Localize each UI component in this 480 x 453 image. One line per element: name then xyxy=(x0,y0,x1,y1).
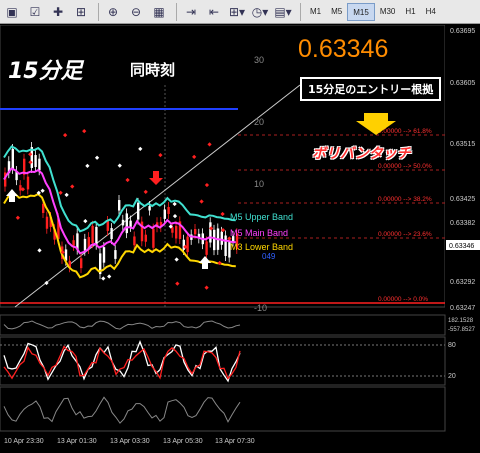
fib-label: 0.00000 --> 38.2% xyxy=(378,196,432,203)
left-axis-label: -10 xyxy=(254,303,267,313)
candle-body xyxy=(19,185,22,191)
periods-clock-icon[interactable]: ◷▾ xyxy=(250,2,270,22)
sub2-label: 80 xyxy=(448,342,456,349)
sub2-label: 20 xyxy=(448,373,456,380)
toolbar-divider xyxy=(300,2,301,21)
candle-body xyxy=(45,216,49,229)
candle-body xyxy=(106,221,109,231)
price-label: 0.63695 xyxy=(450,28,475,35)
candle-body xyxy=(144,234,147,242)
time-label: 13 Apr 07:30 xyxy=(215,438,255,445)
candle-body xyxy=(163,209,166,219)
extra-band-label: 049 xyxy=(262,252,276,261)
time-label: 13 Apr 05:30 xyxy=(163,438,203,445)
checkbox-icon[interactable]: ☑ xyxy=(25,2,45,22)
candle-body xyxy=(72,240,75,246)
current-price-label: 0.63346 xyxy=(449,243,474,250)
sub-panel-2 xyxy=(0,336,446,386)
fib-label: 0.00000 --> 23.6% xyxy=(378,231,432,238)
candle-body xyxy=(114,250,117,259)
fib-label: 0.00000 --> 0.0% xyxy=(378,296,428,303)
candle-body xyxy=(42,203,45,213)
candle-body xyxy=(171,227,174,233)
price-axis xyxy=(445,25,480,449)
sub-panel-3 xyxy=(0,386,446,432)
callout-box: 15分足のエントリー根拠 xyxy=(300,77,442,101)
candle-body xyxy=(38,158,41,171)
grid-icon[interactable]: ⊞ xyxy=(71,2,91,22)
toolbar-divider xyxy=(98,2,99,21)
new-chart-icon[interactable]: ▣ xyxy=(2,2,22,22)
price-label: 0.63292 xyxy=(450,279,475,286)
fib-label: 0.00000 --> 50.0% xyxy=(378,163,432,170)
candle-body xyxy=(137,202,140,220)
fib-label: 0.00000 --> 61.8% xyxy=(378,128,432,135)
candle-body xyxy=(209,222,212,243)
price-label: 0.63382 xyxy=(450,220,475,227)
toolbar: ▣ ☑ ✚ ⊞ ⊕ ⊖ ▦ ⇥ ⇤ ⊞▾ ◷▾ ▤▾ M1 M5 M15 M30… xyxy=(0,0,480,24)
candle-body xyxy=(194,229,197,235)
candle-body xyxy=(167,206,170,214)
left-axis-label: 30 xyxy=(254,55,264,65)
auto-scroll-icon[interactable]: ⇤ xyxy=(204,2,224,22)
indicators-icon[interactable]: ⊞▾ xyxy=(227,2,247,22)
zoom-out-icon[interactable]: ⊖ xyxy=(126,2,146,22)
timeframe-h1[interactable]: H1 xyxy=(400,3,420,21)
price-label: 0.63515 xyxy=(450,141,475,148)
price-label: 0.63425 xyxy=(450,196,475,203)
candle-body xyxy=(175,225,178,239)
candle-body xyxy=(26,176,30,190)
timeframe-h4[interactable]: H4 xyxy=(421,3,441,21)
timeframe-m1[interactable]: M1 xyxy=(305,3,326,21)
timeframe-m5[interactable]: M5 xyxy=(326,3,347,21)
title-overlay: 15分足 xyxy=(8,59,83,84)
time-label: 10 Apr 23:30 xyxy=(4,438,44,445)
templates-icon[interactable]: ▤▾ xyxy=(273,2,293,22)
candle-body xyxy=(95,226,98,245)
tile-windows-icon[interactable]: ▦ xyxy=(149,2,169,22)
sub1-label: -557.8527 xyxy=(448,327,476,333)
timeframe-m30[interactable]: M30 xyxy=(375,3,401,21)
sub1-label: 182.1528 xyxy=(448,318,474,324)
candle-body xyxy=(152,228,155,248)
subtitle-overlay: 同時刻 xyxy=(130,61,176,79)
left-axis-label: 20 xyxy=(254,117,264,127)
time-label: 13 Apr 03:30 xyxy=(110,438,150,445)
candle-body xyxy=(118,200,121,211)
candle-body xyxy=(205,241,208,255)
left-axis-label: 10 xyxy=(254,179,264,189)
price-label: 0.63247 xyxy=(450,305,475,312)
candle-body xyxy=(220,231,223,245)
price-label: 0.63605 xyxy=(450,80,475,87)
candle-body xyxy=(80,258,83,269)
timeframe-m15[interactable]: M15 xyxy=(347,2,375,21)
candle-body xyxy=(83,238,87,251)
toolbar-divider xyxy=(176,2,177,21)
chart-shift-icon[interactable]: ⇥ xyxy=(181,2,201,22)
candle-body xyxy=(102,247,106,263)
candle-body xyxy=(186,236,189,253)
chart-area[interactable]: 30 20 10 -10 0.00000 --> 38.2% 0.00000 -… xyxy=(0,24,480,449)
candle-body xyxy=(34,155,37,168)
candle-body xyxy=(224,235,227,256)
bb-touch-label: ボリバンタッチ xyxy=(312,146,411,162)
candle-body xyxy=(121,219,125,226)
candle-body xyxy=(110,228,113,240)
lower-band-label: M3 Lower Band xyxy=(230,242,293,252)
candle-body xyxy=(11,149,14,169)
main-band-label: M5 Main Band xyxy=(230,228,288,238)
zoom-in-icon[interactable]: ⊕ xyxy=(103,2,123,22)
crosshair-icon[interactable]: ✚ xyxy=(48,2,68,22)
candle-body xyxy=(91,225,94,244)
time-label: 13 Apr 01:30 xyxy=(57,438,97,445)
big-price: 0.63346 xyxy=(298,35,389,63)
candle-body xyxy=(213,229,216,251)
candle-body xyxy=(148,206,151,211)
candle-body xyxy=(125,213,128,234)
candle-body xyxy=(182,239,185,250)
candle-body xyxy=(129,220,132,227)
upper-band-label: M5 Upper Band xyxy=(230,212,293,222)
candle-body xyxy=(133,236,136,246)
